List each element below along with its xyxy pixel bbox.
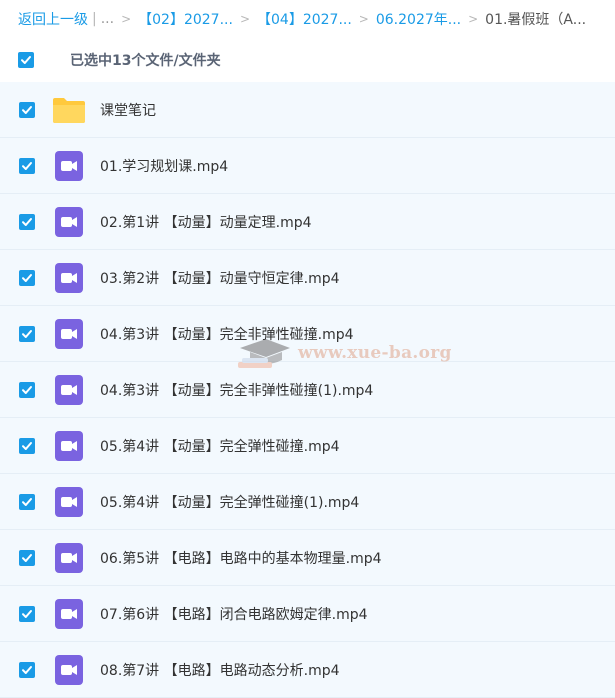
- row-checkbox[interactable]: [19, 549, 35, 566]
- breadcrumb-current: 01.暑假班（A...: [485, 12, 587, 28]
- file-row[interactable]: 02.第1讲 【动量】动量定理.mp4: [0, 194, 615, 250]
- row-checkbox[interactable]: [19, 269, 35, 286]
- checkmark-icon: [22, 441, 32, 450]
- file-row[interactable]: 课堂笔记: [0, 82, 615, 138]
- file-name[interactable]: 08.第7讲 【电路】电路动态分析.mp4: [100, 660, 340, 680]
- row-checkbox[interactable]: [19, 381, 35, 398]
- file-name[interactable]: 07.第6讲 【电路】闭合电路欧姆定律.mp4: [100, 604, 368, 624]
- video-file-icon[interactable]: [55, 598, 83, 629]
- video-file-icon[interactable]: [55, 150, 83, 181]
- video-file-icon[interactable]: [55, 430, 83, 461]
- checkmark-icon: [22, 329, 32, 338]
- back-link[interactable]: 返回上一级: [18, 9, 88, 29]
- breadcrumb-item[interactable]: 06.2027年...: [376, 9, 461, 29]
- breadcrumb-divider: |: [92, 11, 97, 27]
- row-checkbox[interactable]: [19, 325, 35, 342]
- select-all-checkbox[interactable]: [18, 52, 34, 68]
- file-name[interactable]: 02.第1讲 【动量】动量定理.mp4: [100, 212, 312, 232]
- row-checkbox[interactable]: [19, 213, 35, 230]
- video-file-icon[interactable]: [55, 374, 83, 405]
- chevron-right-icon: >: [239, 12, 250, 26]
- video-file-icon[interactable]: [55, 542, 83, 573]
- file-name[interactable]: 06.第5讲 【电路】电路中的基本物理量.mp4: [100, 548, 382, 568]
- checkmark-icon: [22, 161, 32, 170]
- breadcrumb-ellipsis[interactable]: ...: [101, 11, 114, 27]
- file-name[interactable]: 03.第2讲 【动量】动量守恒定律.mp4: [100, 268, 340, 288]
- file-name[interactable]: 05.第4讲 【动量】完全弹性碰撞.mp4: [100, 436, 340, 456]
- row-checkbox[interactable]: [19, 437, 35, 454]
- selection-header: 已选中13个文件/文件夹: [0, 38, 615, 82]
- row-checkbox[interactable]: [19, 661, 35, 678]
- file-row[interactable]: 07.第6讲 【电路】闭合电路欧姆定律.mp4: [0, 586, 615, 642]
- file-name[interactable]: 04.第3讲 【动量】完全非弹性碰撞(1).mp4: [100, 380, 373, 400]
- row-checkbox[interactable]: [19, 605, 35, 622]
- breadcrumb-item[interactable]: 【04】2027...: [257, 9, 352, 29]
- file-row[interactable]: 04.第3讲 【动量】完全非弹性碰撞(1).mp4: [0, 362, 615, 418]
- chevron-right-icon: >: [468, 12, 479, 26]
- folder-icon[interactable]: [52, 96, 86, 124]
- row-checkbox[interactable]: [19, 101, 35, 118]
- file-row[interactable]: 06.第5讲 【电路】电路中的基本物理量.mp4: [0, 530, 615, 586]
- chevron-right-icon: >: [121, 12, 132, 26]
- file-name[interactable]: 01.学习规划课.mp4: [100, 156, 228, 176]
- row-checkbox[interactable]: [19, 493, 35, 510]
- file-name[interactable]: 课堂笔记: [100, 100, 156, 120]
- breadcrumb: 返回上一级 | ... > 【02】2027... > 【04】2027... …: [0, 0, 615, 38]
- checkmark-icon: [22, 105, 32, 114]
- file-row[interactable]: 01.学习规划课.mp4: [0, 138, 615, 194]
- file-row[interactable]: 05.第4讲 【动量】完全弹性碰撞.mp4: [0, 418, 615, 474]
- checkmark-icon: [21, 56, 31, 64]
- checkmark-icon: [22, 665, 32, 674]
- checkmark-icon: [22, 217, 32, 226]
- video-file-icon[interactable]: [55, 206, 83, 237]
- file-row[interactable]: 04.第3讲 【动量】完全非弹性碰撞.mp4: [0, 306, 615, 362]
- checkmark-icon: [22, 497, 32, 506]
- file-name[interactable]: 04.第3讲 【动量】完全非弹性碰撞.mp4: [100, 324, 354, 344]
- video-file-icon[interactable]: [55, 486, 83, 517]
- video-file-icon[interactable]: [55, 318, 83, 349]
- checkmark-icon: [22, 609, 32, 618]
- file-row[interactable]: 08.第7讲 【电路】电路动态分析.mp4: [0, 642, 615, 698]
- selection-count: 已选中13个文件/文件夹: [70, 53, 221, 69]
- chevron-right-icon: >: [358, 12, 369, 26]
- checkmark-icon: [22, 385, 32, 394]
- checkmark-icon: [22, 273, 32, 282]
- row-checkbox[interactable]: [19, 157, 35, 174]
- checkmark-icon: [22, 553, 32, 562]
- video-file-icon[interactable]: [55, 262, 83, 293]
- breadcrumb-item[interactable]: 【02】2027...: [138, 9, 233, 29]
- file-row[interactable]: 03.第2讲 【动量】动量守恒定律.mp4: [0, 250, 615, 306]
- file-name[interactable]: 05.第4讲 【动量】完全弹性碰撞(1).mp4: [100, 492, 359, 512]
- file-row[interactable]: 05.第4讲 【动量】完全弹性碰撞(1).mp4: [0, 474, 615, 530]
- video-file-icon[interactable]: [55, 654, 83, 685]
- file-list: 课堂笔记 01.学习规划课.mp4 02.第1讲 【动量】动量定理.mp4 03.第2…: [0, 82, 615, 698]
